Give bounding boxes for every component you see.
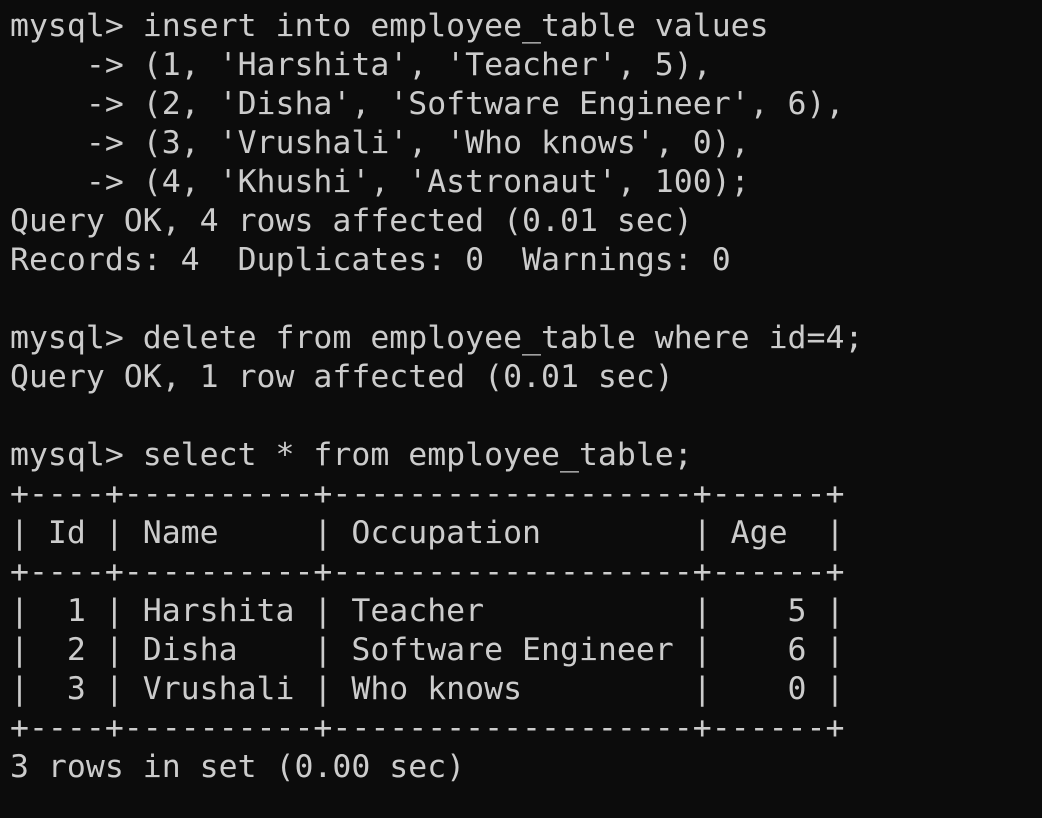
table-border-line: +----+----------+-------------------+---… <box>10 710 845 746</box>
select-command-line: mysql> select * from employee_table; <box>10 437 693 473</box>
delete-command-line: mysql> delete from employee_table where … <box>10 320 864 356</box>
query-result-line: Query OK, 4 rows affected (0.01 sec) <box>10 203 693 239</box>
query-result-line: Query OK, 1 row affected (0.01 sec) <box>10 359 674 395</box>
rows-in-set-line: 3 rows in set (0.00 sec) <box>10 749 466 785</box>
table-row: | 2 | Disha | Software Engineer | 6 | <box>10 632 845 668</box>
table-border-line: +----+----------+-------------------+---… <box>10 476 845 512</box>
insert-continuation-line: -> (1, 'Harshita', 'Teacher', 5), <box>10 47 712 83</box>
insert-continuation-line: -> (4, 'Khushi', 'Astronaut', 100); <box>10 164 750 200</box>
insert-command-line: mysql> insert into employee_table values <box>10 8 769 44</box>
table-row: | 3 | Vrushali | Who knows | 0 | <box>10 671 845 707</box>
insert-continuation-line: -> (3, 'Vrushali', 'Who knows', 0), <box>10 125 750 161</box>
table-row: | 1 | Harshita | Teacher | 5 | <box>10 593 845 629</box>
table-header-row: | Id | Name | Occupation | Age | <box>10 515 845 551</box>
records-summary-line: Records: 4 Duplicates: 0 Warnings: 0 <box>10 242 731 278</box>
insert-continuation-line: -> (2, 'Disha', 'Software Engineer', 6), <box>10 86 845 122</box>
table-border-line: +----+----------+-------------------+---… <box>10 554 845 590</box>
terminal-window[interactable]: mysql> insert into employee_table values… <box>0 0 1042 818</box>
